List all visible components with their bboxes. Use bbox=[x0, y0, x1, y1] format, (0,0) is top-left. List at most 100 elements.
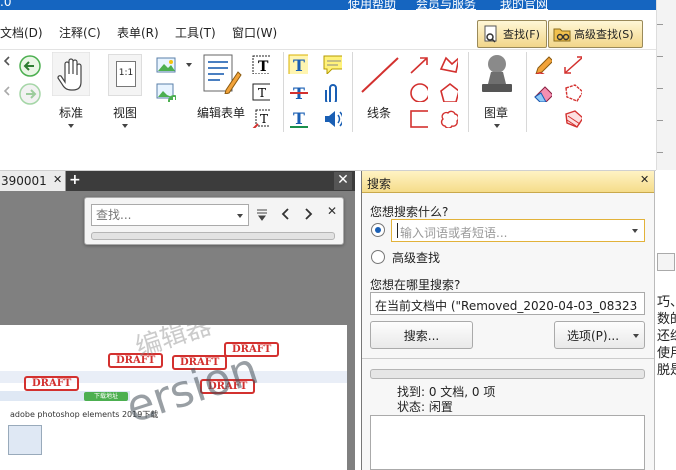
text-box-icon[interactable]: T bbox=[250, 54, 270, 74]
options-button[interactable]: 选项(P)... bbox=[554, 321, 645, 349]
arrow-icon[interactable] bbox=[408, 54, 428, 74]
circle-icon[interactable] bbox=[408, 82, 428, 102]
perimeter-icon[interactable] bbox=[562, 82, 582, 102]
search-term-input[interactable]: 输入词语或者短语... bbox=[391, 219, 645, 242]
help-link[interactable]: 使用帮助 bbox=[348, 0, 396, 10]
preview-thumbnail bbox=[8, 425, 42, 455]
stamp-label: 图章 bbox=[484, 106, 509, 120]
back-arrow-icon[interactable] bbox=[18, 54, 42, 78]
svg-text:T: T bbox=[258, 86, 266, 100]
view-tool[interactable]: 1:1 视图 bbox=[100, 52, 150, 132]
search-results-list[interactable] bbox=[370, 415, 645, 470]
text-field-icon[interactable]: T bbox=[250, 82, 270, 102]
find-previous-icon[interactable] bbox=[279, 207, 293, 221]
find-close-icon[interactable]: ✕ bbox=[327, 204, 337, 218]
sound-icon[interactable] bbox=[322, 108, 342, 128]
search-panel-title: 搜索 bbox=[367, 177, 392, 191]
standard-tool[interactable]: 标准 bbox=[48, 52, 94, 132]
menu-form[interactable]: 表单(R) bbox=[117, 24, 159, 41]
cloud-icon[interactable] bbox=[438, 108, 458, 128]
image-icon[interactable] bbox=[156, 56, 176, 76]
pencil-icon[interactable] bbox=[532, 54, 552, 74]
search-panel-header: 搜索 ✕ bbox=[362, 171, 655, 193]
chevron-small-left-icon[interactable] bbox=[0, 84, 14, 98]
sticky-note-icon[interactable] bbox=[322, 54, 342, 74]
search-term-dropdown-icon[interactable] bbox=[632, 229, 638, 233]
document-tab[interactable]: 390001 ✕ bbox=[0, 171, 66, 191]
find-button-label: 查找(F) bbox=[503, 28, 540, 41]
stamp-tool[interactable]: 图章 bbox=[472, 52, 522, 132]
typewriter-icon[interactable]: T bbox=[288, 54, 308, 74]
stamp-dropdown-icon bbox=[494, 124, 500, 128]
polyline-icon[interactable] bbox=[438, 54, 458, 74]
line-tool[interactable]: 线条 bbox=[356, 52, 404, 132]
ribbon-separator bbox=[468, 52, 469, 132]
find-next-icon[interactable] bbox=[301, 207, 315, 221]
find-popup: ✕ bbox=[84, 197, 344, 245]
pentagon-icon[interactable] bbox=[438, 82, 458, 102]
area-icon[interactable] bbox=[562, 108, 582, 128]
text-callout-icon[interactable]: T bbox=[250, 108, 270, 128]
simple-search-radio[interactable] bbox=[371, 223, 385, 237]
eraser-icon[interactable] bbox=[532, 82, 552, 102]
underline-icon[interactable]: T bbox=[288, 108, 308, 128]
rectangle-icon[interactable] bbox=[408, 108, 428, 128]
tab-close-icon[interactable]: ✕ bbox=[53, 173, 62, 186]
advanced-search-radio[interactable] bbox=[371, 250, 385, 264]
find-input[interactable] bbox=[91, 204, 249, 226]
menu-comment[interactable]: 注释(C) bbox=[59, 24, 101, 41]
svg-text:T: T bbox=[260, 112, 268, 126]
search-scope-value: 在当前文档中 ("Removed_2020-04-03_08323 bbox=[375, 299, 638, 313]
edit-form-icon bbox=[203, 54, 242, 94]
background-text: 脱是 bbox=[657, 363, 676, 378]
image-dropdown-icon[interactable] bbox=[186, 63, 192, 67]
chevron-left-icon[interactable] bbox=[0, 54, 14, 68]
menu-tools[interactable]: 工具(T) bbox=[175, 24, 216, 41]
official-site-link[interactable]: 我的官网 bbox=[500, 0, 548, 10]
folder-search-icon bbox=[553, 25, 571, 43]
background-window-button bbox=[657, 253, 675, 271]
search-question: 您想搜索什么? bbox=[370, 205, 449, 219]
ribbon-separator bbox=[283, 52, 284, 132]
find-progress-bar bbox=[91, 232, 335, 240]
find-dropdown-icon[interactable] bbox=[237, 214, 243, 218]
panel-close-icon[interactable]: ✕ bbox=[640, 173, 649, 186]
advanced-find-button[interactable]: 高级查找(S) bbox=[548, 20, 643, 48]
document-page[interactable]: DRAFT DRAFT DRAFT DRAFT DRAFT 下载地址 adobe… bbox=[0, 325, 347, 470]
search-progress-bar bbox=[370, 369, 645, 379]
menu-document[interactable]: 文档(D) bbox=[0, 24, 43, 41]
menu-bar: 文档(D) 注释(C) 表单(R) 工具(T) 窗口(W) 查找(F) 高级查找… bbox=[0, 10, 656, 50]
search-panel: 搜索 ✕ 您想搜索什么? 输入词语或者短语... 高级查找 您想在哪里搜索? 在… bbox=[361, 171, 655, 470]
line-icon bbox=[361, 57, 399, 93]
service-link[interactable]: 会员与服务 bbox=[416, 0, 476, 10]
edit-form-tool[interactable]: 编辑表单 bbox=[196, 52, 248, 132]
view-dropdown-icon bbox=[122, 124, 128, 128]
options-dropdown-icon bbox=[633, 334, 639, 338]
search-button[interactable]: 搜索... bbox=[370, 321, 473, 349]
options-label: 选项(P)... bbox=[567, 328, 620, 343]
background-window: 巧、 数的 还综 使用 脱是 bbox=[654, 171, 676, 470]
ribbon-separator bbox=[352, 52, 353, 132]
forward-arrow-icon[interactable] bbox=[18, 82, 42, 106]
stamp-icon bbox=[482, 55, 512, 92]
search-scope-select[interactable]: 在当前文档中 ("Removed_2020-04-03_08323 bbox=[370, 292, 645, 315]
add-image-icon[interactable] bbox=[156, 82, 176, 102]
ribbon-footer bbox=[0, 136, 656, 171]
close-panel-icon[interactable]: ✕ bbox=[334, 172, 352, 190]
search-status: 状态: 闲置 bbox=[397, 400, 453, 414]
dimension-icon[interactable] bbox=[562, 54, 582, 74]
advanced-search-label[interactable]: 高级查找 bbox=[392, 249, 440, 266]
strikeout-icon[interactable]: T bbox=[288, 82, 308, 102]
edit-form-label: 编辑表单 bbox=[197, 106, 246, 120]
new-tab-icon[interactable]: + bbox=[69, 172, 83, 188]
draft-stamp[interactable]: DRAFT bbox=[24, 376, 80, 391]
find-options-icon[interactable] bbox=[255, 207, 269, 221]
edge-tick bbox=[657, 24, 663, 25]
lines-label: 线条 bbox=[367, 106, 392, 120]
find-button[interactable]: 查找(F) bbox=[477, 20, 547, 48]
svg-text:T: T bbox=[293, 109, 305, 128]
menu-window[interactable]: 窗口(W) bbox=[232, 24, 277, 41]
paperclip-icon[interactable] bbox=[324, 82, 344, 102]
ribbon-toolbar: 标准 1:1 视图 编辑表单 T T T T T T 线条 图章 bbox=[0, 50, 656, 136]
document-tab-label: 390001 bbox=[1, 174, 47, 188]
